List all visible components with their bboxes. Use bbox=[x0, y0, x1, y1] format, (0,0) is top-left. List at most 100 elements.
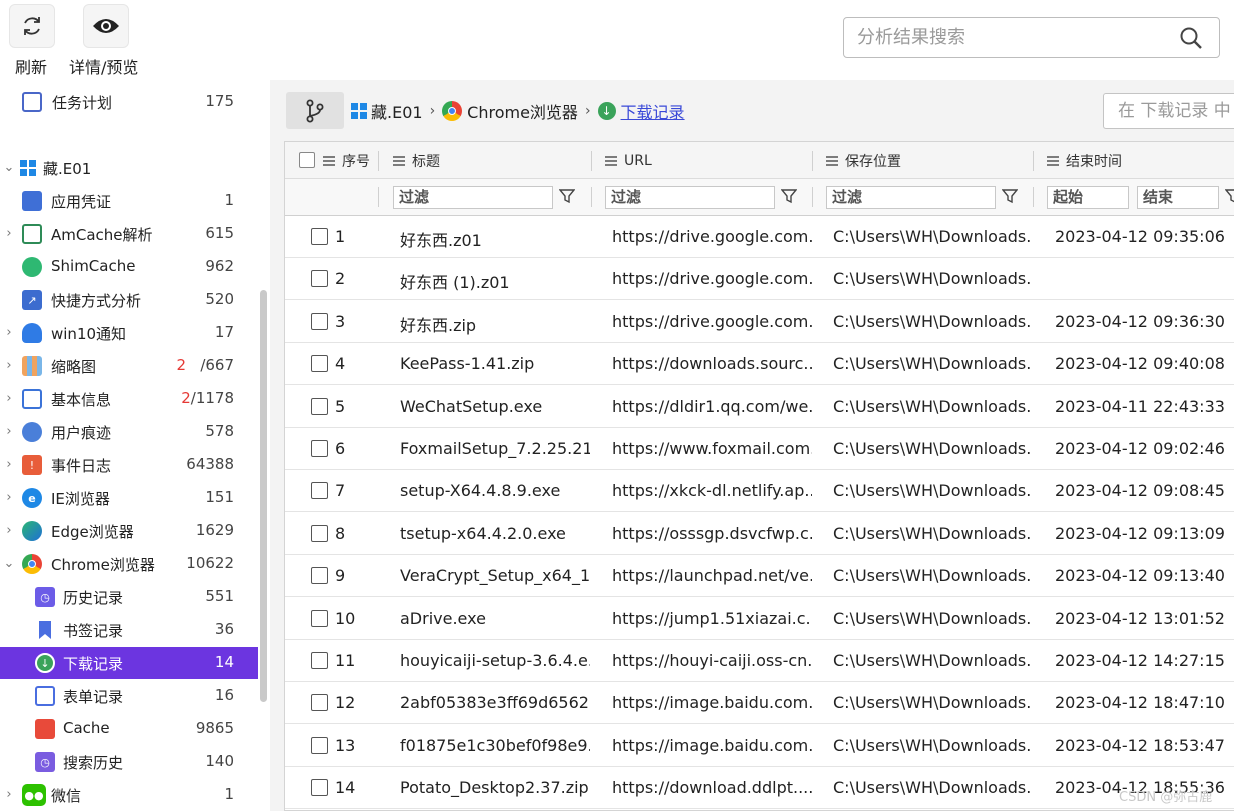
sidebar-item-history[interactable]: ◷ 历史记录 551 bbox=[0, 581, 258, 613]
row-end-time: 2023-04-12 09:13:40 bbox=[1055, 566, 1225, 586]
expand-arrow-icon[interactable]: › bbox=[2, 226, 16, 242]
expand-arrow-icon[interactable]: › bbox=[2, 391, 16, 407]
row-number: 6 bbox=[335, 439, 346, 458]
row-checkbox[interactable] bbox=[311, 397, 328, 415]
analysis-search-input[interactable] bbox=[844, 18, 1164, 56]
table-row[interactable]: 5 WeChatSetup.exe https://dldir1.qq.com/we… bbox=[285, 385, 1234, 428]
sidebar-item-event-log[interactable]: › ! 事件日志 64388 bbox=[0, 449, 258, 481]
row-checkbox[interactable] bbox=[311, 736, 328, 754]
row-end-time: 2023-04-12 18:53:47 bbox=[1055, 735, 1225, 755]
table-row[interactable]: 4 KeePass-1.41.zip https://downloads.sourc… bbox=[285, 343, 1234, 386]
refresh-button[interactable] bbox=[9, 4, 55, 48]
sidebar-item-win10-notification[interactable]: › win10通知 17 bbox=[0, 317, 258, 349]
column-header-url[interactable]: URL bbox=[605, 142, 652, 179]
row-checkbox[interactable] bbox=[311, 694, 328, 712]
row-checkbox[interactable] bbox=[311, 270, 328, 288]
table-row[interactable]: 14 Potato_Desktop2.37.zip https://download… bbox=[285, 767, 1234, 810]
tree-branch-button[interactable] bbox=[286, 92, 344, 129]
expand-arrow-icon[interactable]: › bbox=[2, 358, 16, 374]
row-checkbox[interactable] bbox=[311, 779, 328, 797]
row-checkbox[interactable] bbox=[311, 609, 328, 627]
table-search-input[interactable] bbox=[1104, 94, 1234, 128]
row-save-location: C:\Users\WH\Downloads... bbox=[833, 269, 1033, 289]
filter-icon[interactable] bbox=[1002, 188, 1018, 204]
row-checkbox[interactable] bbox=[311, 355, 328, 373]
row-checkbox[interactable] bbox=[311, 312, 328, 330]
row-checkbox[interactable] bbox=[311, 482, 328, 500]
table-row[interactable]: 13 f01875e1c30bef0f98e9... https://image.b… bbox=[285, 724, 1234, 767]
column-header-no[interactable]: 序号 bbox=[323, 142, 370, 179]
sidebar-item-thumbnail[interactable]: › 缩略图 2 /667 bbox=[0, 350, 258, 382]
sidebar-scrollbar[interactable] bbox=[260, 290, 267, 702]
expand-arrow-icon[interactable]: › bbox=[2, 523, 16, 539]
table-row[interactable]: 3 好东西.zip https://drive.google.com... C:\Us… bbox=[285, 300, 1234, 343]
url-filter-input[interactable]: 过滤 bbox=[605, 186, 775, 209]
search-icon[interactable] bbox=[1179, 26, 1203, 50]
column-header-end-time[interactable]: 结束时间 bbox=[1047, 142, 1122, 179]
row-checkbox[interactable] bbox=[311, 524, 328, 542]
sidebar-item-download[interactable]: ↓ 下载记录 14 bbox=[0, 647, 258, 679]
expand-arrow-icon[interactable]: › bbox=[2, 490, 16, 506]
sidebar-item-evidence-e01[interactable]: ⌄ 藏.E01 bbox=[0, 152, 258, 184]
row-checkbox[interactable] bbox=[311, 228, 328, 245]
sidebar-item-cache[interactable]: Cache 9865 bbox=[0, 713, 258, 745]
title-filter-input[interactable]: 过滤 bbox=[393, 186, 553, 209]
row-checkbox[interactable] bbox=[311, 440, 328, 457]
details-preview-button[interactable] bbox=[83, 4, 129, 48]
sidebar-item-bookmark[interactable]: 书签记录 36 bbox=[0, 614, 258, 646]
analysis-search-box[interactable] bbox=[843, 17, 1220, 58]
expand-arrow-icon[interactable]: › bbox=[2, 787, 16, 803]
collapse-arrow-icon[interactable]: ⌄ bbox=[2, 160, 16, 176]
sidebar-item-chrome-browser[interactable]: ⌄ Chrome浏览器 10622 bbox=[0, 548, 258, 580]
column-menu-icon bbox=[1047, 155, 1059, 166]
table-row[interactable]: 7 setup-X64.4.8.9.exe https://xkck-dl.netl… bbox=[285, 470, 1234, 513]
table-row[interactable]: 2 好东西 (1).z01 https://drive.google.com... C… bbox=[285, 258, 1234, 301]
row-checkbox[interactable] bbox=[311, 652, 328, 669]
sidebar-item-amcache[interactable]: › AmCache解析 615 bbox=[0, 218, 258, 250]
table-row[interactable]: 10 aDrive.exe https://jump1.51xiazai.c... C… bbox=[285, 597, 1234, 640]
time-end-filter-input[interactable]: 结束 bbox=[1137, 186, 1219, 209]
breadcrumb-item-chrome[interactable]: Chrome浏览器 bbox=[467, 99, 578, 123]
column-header-save-location[interactable]: 保存位置 bbox=[826, 142, 901, 179]
table-row[interactable]: 9 VeraCrypt_Setup_x64_1.... https://launch… bbox=[285, 555, 1234, 598]
table-row[interactable]: 6 FoxmailSetup_7.2.25.21... https://www.fo… bbox=[285, 428, 1234, 470]
table-row[interactable]: 1 好东西.z01 https://drive.google.com... C:\Us… bbox=[285, 216, 1234, 258]
expand-arrow-icon[interactable]: › bbox=[2, 457, 16, 473]
column-menu-icon bbox=[323, 155, 335, 166]
row-checkbox[interactable] bbox=[311, 567, 328, 585]
filter-icon[interactable] bbox=[781, 188, 797, 204]
sidebar-item-task-schedule[interactable]: 任务计划 175 bbox=[0, 86, 258, 118]
table-row[interactable]: 12 2abf05383e3ff69d6562... https://image.b… bbox=[285, 682, 1234, 725]
column-header-title[interactable]: 标题 bbox=[393, 142, 440, 179]
eye-icon bbox=[93, 19, 119, 33]
sidebar-item-shimcache[interactable]: ShimCache 962 bbox=[0, 251, 258, 283]
sidebar-item-basic-info[interactable]: › 基本信息 2/1178 bbox=[0, 383, 258, 415]
sidebar-item-edge-browser[interactable]: › Edge浏览器 1629 bbox=[0, 515, 258, 547]
time-start-filter-input[interactable]: 起始 bbox=[1047, 186, 1129, 209]
sidebar-item-user-trace[interactable]: › 用户痕迹 578 bbox=[0, 416, 258, 448]
expand-arrow-icon[interactable]: › bbox=[2, 424, 16, 440]
save-location-filter-input[interactable]: 过滤 bbox=[826, 186, 996, 209]
row-number: 7 bbox=[335, 481, 346, 501]
select-all-checkbox[interactable] bbox=[299, 152, 315, 168]
sidebar-item-wechat[interactable]: › ●● 微信 1 bbox=[0, 779, 258, 811]
collapse-arrow-icon[interactable]: ⌄ bbox=[2, 556, 16, 572]
sidebar-item-search-history[interactable]: ◷ 搜索历史 140 bbox=[0, 746, 258, 778]
column-menu-icon bbox=[393, 155, 405, 166]
row-title: f01875e1c30bef0f98e9... bbox=[400, 735, 590, 755]
sidebar-item-app-credential[interactable]: 应用凭证 1 bbox=[0, 185, 258, 217]
sidebar-item-shortcut-analysis[interactable]: ↗ 快捷方式分析 520 bbox=[0, 284, 258, 316]
windows-icon bbox=[18, 158, 38, 178]
filter-icon[interactable] bbox=[1225, 188, 1234, 204]
sidebar-item-ie-browser[interactable]: › e IE浏览器 151 bbox=[0, 482, 258, 514]
table-row[interactable]: 11 houyicaiji-setup-3.6.4.e... https://hou… bbox=[285, 640, 1234, 682]
row-url: https://drive.google.com... bbox=[612, 269, 812, 289]
table-row[interactable]: 8 tsetup-x64.4.2.0.exe https://osssgp.dsvc… bbox=[285, 512, 1234, 555]
expand-arrow-icon[interactable]: › bbox=[2, 325, 16, 341]
row-end-time: 2023-04-12 09:08:45 bbox=[1055, 481, 1225, 501]
breadcrumb-item-download[interactable]: 下载记录 bbox=[621, 99, 685, 123]
sidebar-item-form[interactable]: 表单记录 16 bbox=[0, 680, 258, 712]
table-search-box[interactable] bbox=[1103, 93, 1234, 129]
breadcrumb-item-evidence[interactable]: 藏.E01 bbox=[371, 99, 423, 123]
filter-icon[interactable] bbox=[559, 188, 575, 204]
